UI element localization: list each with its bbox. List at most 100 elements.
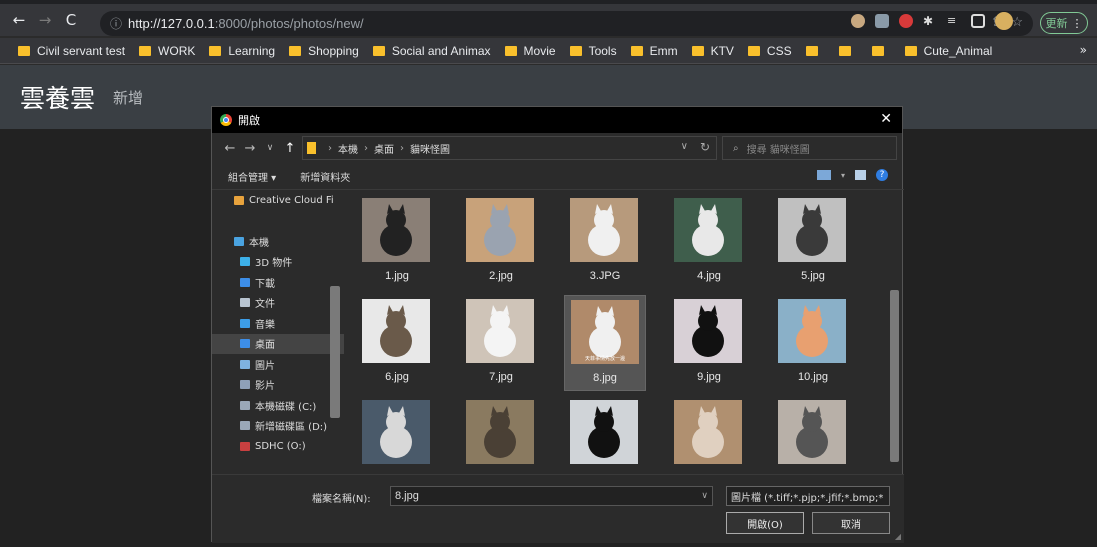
cat-photo-thumbnail (466, 299, 534, 363)
dialog-titlebar[interactable]: 開啟 ✕ (212, 107, 902, 133)
bookmark-item[interactable]: KTV (691, 44, 734, 58)
nav-item[interactable]: 桌面 (212, 333, 344, 354)
chevron-down-icon[interactable]: ▾ (841, 171, 845, 180)
nav-item[interactable]: Creative Cloud Fi (212, 190, 344, 211)
nav-item-label: 下載 (255, 278, 275, 290)
file-item[interactable]: 1.jpg (356, 194, 438, 290)
avatar[interactable] (995, 12, 1013, 30)
file-item[interactable]: 3.JPG (564, 194, 646, 290)
new-folder-button[interactable]: 新增資料夾 (300, 169, 350, 184)
nav-item[interactable]: 影片 (212, 375, 344, 396)
nav-item-label: 3D 物件 (255, 258, 293, 270)
path-segment[interactable]: 桌面 (374, 141, 394, 156)
file-name: 9.jpg (697, 371, 721, 383)
puzzle-icon[interactable]: ✱ (923, 14, 937, 28)
bookmark-item[interactable]: CSS (747, 44, 792, 58)
nav-item[interactable]: SDHC (O:) (212, 436, 344, 457)
nav-item[interactable]: 圖片 (212, 354, 344, 375)
nav-pane-scrollbar[interactable] (330, 286, 340, 418)
menu-icon[interactable]: ⋮ (1072, 17, 1083, 30)
chevron-down-icon[interactable]: ∨ (701, 490, 708, 501)
file-item[interactable]: 10.jpg (772, 295, 854, 391)
nav-item[interactable]: 下載 (212, 272, 344, 293)
back-icon[interactable]: ← (220, 141, 240, 156)
path-breadcrumb[interactable]: › 本機 › 桌面 › 貓咪怪圖 ∨ ↻ (302, 136, 717, 160)
nav-item[interactable]: 新增磁碟區 (D:) (212, 416, 344, 437)
bookmark-item[interactable]: Shopping (289, 44, 359, 58)
bookmark-item[interactable] (871, 45, 891, 56)
file-item[interactable] (772, 396, 854, 475)
cat-photo-thumbnail (674, 299, 742, 363)
bookmark-item[interactable] (805, 45, 825, 56)
path-segment[interactable]: 本機 (338, 141, 358, 156)
up-icon[interactable]: ↑ (280, 141, 300, 156)
nav-new-link[interactable]: 新增 (113, 87, 143, 108)
back-icon[interactable]: ← (6, 11, 32, 29)
info-icon[interactable]: ⓘ (110, 15, 122, 32)
forward-icon[interactable]: → (240, 141, 260, 156)
organize-menu[interactable]: 組合管理 ▾ (228, 169, 276, 184)
nav-item[interactable]: 本機磁碟 (C:) (212, 395, 344, 416)
refresh-icon[interactable]: ↻ (700, 140, 710, 154)
brand-title[interactable]: 雲養雲 (20, 79, 95, 115)
path-separator: › (400, 142, 404, 154)
bookmark-item[interactable]: WORK (139, 44, 195, 58)
nav-item[interactable]: 音樂 (212, 313, 344, 334)
bookmark-item[interactable]: Emm (630, 43, 678, 58)
file-item[interactable] (668, 396, 750, 475)
file-item[interactable] (460, 396, 542, 475)
bookmark-item[interactable]: Learning (209, 44, 275, 58)
reload-icon[interactable]: C (58, 11, 84, 29)
bookmark-item[interactable]: Movie (504, 44, 556, 58)
recent-dropdown-icon[interactable]: ∨ (260, 143, 280, 153)
dialog-nav-bar: ← → ∨ ↑ › 本機 › 桌面 › 貓咪怪圖 ∨ ↻ ⌕ 搜尋 貓咪怪圖 (212, 133, 902, 163)
open-button[interactable]: 開啟(O) (726, 512, 804, 534)
cat-photo-thumbnail (362, 198, 430, 262)
file-name: 10.jpg (798, 371, 828, 383)
cat-photo-thumbnail (570, 198, 638, 262)
nav-item[interactable]: 本機 (212, 231, 344, 252)
cat-photo-thumbnail (362, 299, 430, 363)
bookmark-item[interactable]: Civil servant test (18, 44, 125, 58)
cancel-button[interactable]: 取消 (812, 512, 890, 534)
file-item[interactable] (356, 396, 438, 475)
search-input[interactable]: ⌕ 搜尋 貓咪怪圖 (722, 136, 897, 160)
resize-grip-icon[interactable]: ◢ (895, 532, 901, 541)
file-grid-scrollbar[interactable] (890, 290, 899, 462)
adblock-icon[interactable] (899, 14, 913, 28)
path-segment[interactable]: 貓咪怪圖 (410, 141, 450, 156)
bookmark-label: Emm (649, 43, 678, 58)
file-item[interactable]: 天菲事情先放一邊 8.jpg (564, 295, 646, 391)
file-item[interactable]: 6.jpg (356, 295, 438, 391)
help-icon[interactable]: ? (876, 169, 888, 181)
bookmarks-overflow-icon[interactable]: » (1080, 43, 1087, 57)
file-item[interactable]: 2.jpg (460, 194, 542, 290)
file-item[interactable] (564, 396, 646, 475)
bookmark-star-icon[interactable]: ☆ (1011, 14, 1023, 30)
bookmark-item[interactable]: Social and Animax (372, 44, 491, 58)
bookmark-item[interactable] (838, 45, 858, 56)
forward-icon[interactable]: → (32, 11, 58, 29)
bookmark-item[interactable]: Cute_Animal (904, 44, 992, 58)
file-item[interactable]: 5.jpg (772, 194, 854, 290)
update-button[interactable]: 更新 ⋮ (1040, 12, 1088, 34)
folder-icon (289, 45, 302, 56)
nav-item[interactable]: 3D 物件 (212, 252, 344, 273)
reading-list-icon[interactable]: ≡ (947, 14, 961, 28)
view-options-icon[interactable] (816, 170, 831, 180)
file-item[interactable]: 9.jpg (668, 295, 750, 391)
bookmark-item[interactable]: Tools (569, 44, 617, 58)
file-type-select[interactable]: 圖片檔 (*.tiff;*.pjp;*.jfif;*.bmp;* (726, 486, 890, 506)
cat-photo-thumbnail (778, 400, 846, 464)
extension-2-icon[interactable] (875, 14, 889, 28)
nav-item[interactable]: 文件 (212, 293, 344, 314)
extension-1-icon[interactable] (851, 14, 865, 28)
close-icon[interactable]: ✕ (880, 111, 892, 127)
filename-input[interactable]: 8.jpg ∨ (390, 486, 713, 506)
preview-pane-icon[interactable] (855, 170, 866, 180)
file-item[interactable]: 7.jpg (460, 295, 542, 391)
side-panel-icon[interactable] (971, 14, 985, 28)
folder-icon (838, 45, 851, 56)
chevron-down-icon[interactable]: ∨ (681, 141, 688, 152)
file-item[interactable]: 4.jpg (668, 194, 750, 290)
